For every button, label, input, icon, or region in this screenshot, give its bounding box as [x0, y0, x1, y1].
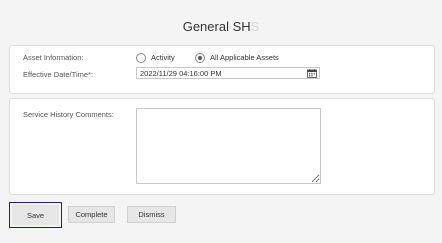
- activity-radio-label: Activity: [151, 53, 175, 62]
- activity-radio[interactable]: [136, 53, 146, 63]
- asset-panel: Asset Information: Activity All Applicab…: [9, 45, 435, 94]
- page-title-faded-text: S: [250, 19, 260, 34]
- comments-panel: Service History Comments:: [9, 98, 435, 195]
- complete-button[interactable]: Complete: [68, 206, 115, 223]
- all-applicable-assets-radio-label: All Applicable Assets: [210, 53, 279, 62]
- effective-date-field[interactable]: [136, 67, 320, 79]
- service-history-comments-textarea[interactable]: [136, 108, 321, 184]
- asset-information-label: Asset Information:: [23, 53, 84, 62]
- calendar-icon[interactable]: [307, 69, 317, 78]
- page-title-text: General SH: [182, 19, 251, 34]
- effective-date-input[interactable]: [140, 68, 300, 78]
- service-history-comments-label: Service History Comments:: [23, 110, 114, 119]
- dismiss-button[interactable]: Dismiss: [127, 206, 176, 223]
- save-button[interactable]: Save: [9, 202, 62, 228]
- page-title: General SHS: [0, 19, 442, 34]
- all-applicable-assets-radio[interactable]: [195, 53, 205, 63]
- effective-date-label: Effective Date/Time*:: [23, 70, 94, 79]
